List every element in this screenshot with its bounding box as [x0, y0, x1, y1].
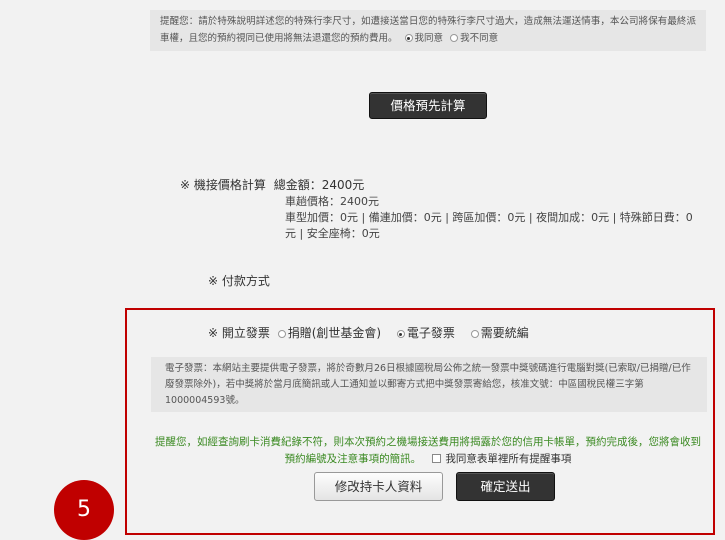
price-heading: ※ 機接價格計算	[180, 178, 266, 192]
e-invoice-label: 電子發票	[406, 326, 455, 340]
agree-label: 我同意	[414, 33, 444, 44]
tax-id-radio[interactable]	[470, 330, 479, 338]
step-number-badge: 5	[54, 480, 114, 540]
payment-method-label: ※ 付款方式	[208, 274, 270, 288]
total-amount: 總金額：2400元	[273, 178, 365, 192]
agree-all-label: 我同意表單裡所有提醒事項	[445, 453, 572, 465]
agree-all-checkbox[interactable]	[432, 454, 442, 463]
donate-radio[interactable]	[277, 330, 286, 338]
price-detail: 車型加價：0元 | 備連加價：0元 | 跨區加價：0元 | 夜間加成：0元 | …	[285, 211, 693, 240]
note-text: 提醒您，如經查詢刷卡消費紀錄不符，則本次預約之機場接送費用將揭露於您的信用卡帳單…	[155, 436, 701, 465]
special-luggage-notice: 提醒您：請於特殊說明詳述您的特殊行李尺寸，如遭接送當日您的特殊行李尺寸過大，造成…	[150, 10, 706, 51]
invoice-options: ※ 開立發票 捐贈(創世基金會) 電子發票 需要統編	[208, 324, 537, 341]
invoice-description: 電子發票：本網站主要提供電子發票，將於奇數月26日根據國稅局公佈之統一發票中獎號…	[151, 357, 707, 412]
disagree-label: 我不同意	[460, 33, 499, 44]
confirmation-note: 提醒您，如經查詢刷卡消費紀錄不符，則本次預約之機場接送費用將揭露於您的信用卡帳單…	[152, 434, 704, 468]
donate-label: 捐贈(創世基金會)	[287, 326, 382, 340]
price-calculate-button[interactable]: 價格預先計算	[369, 92, 487, 119]
edit-cardholder-button[interactable]: 修改持卡人資料	[314, 472, 443, 501]
price-breakdown: 車趟價格：2400元 車型加價：0元 | 備連加價：0元 | 跨區加價：0元 |…	[285, 194, 695, 242]
e-invoice-radio[interactable]	[396, 330, 405, 338]
base-price: 車趟價格：2400元	[285, 195, 379, 208]
disagree-radio[interactable]	[450, 34, 459, 42]
submit-button[interactable]: 確定送出	[456, 472, 555, 501]
agree-radio[interactable]	[404, 34, 413, 42]
price-summary: ※ 機接價格計算 總金額：2400元	[180, 177, 364, 194]
tax-id-label: 需要統編	[480, 326, 529, 340]
invoice-label: ※ 開立發票	[208, 326, 270, 340]
